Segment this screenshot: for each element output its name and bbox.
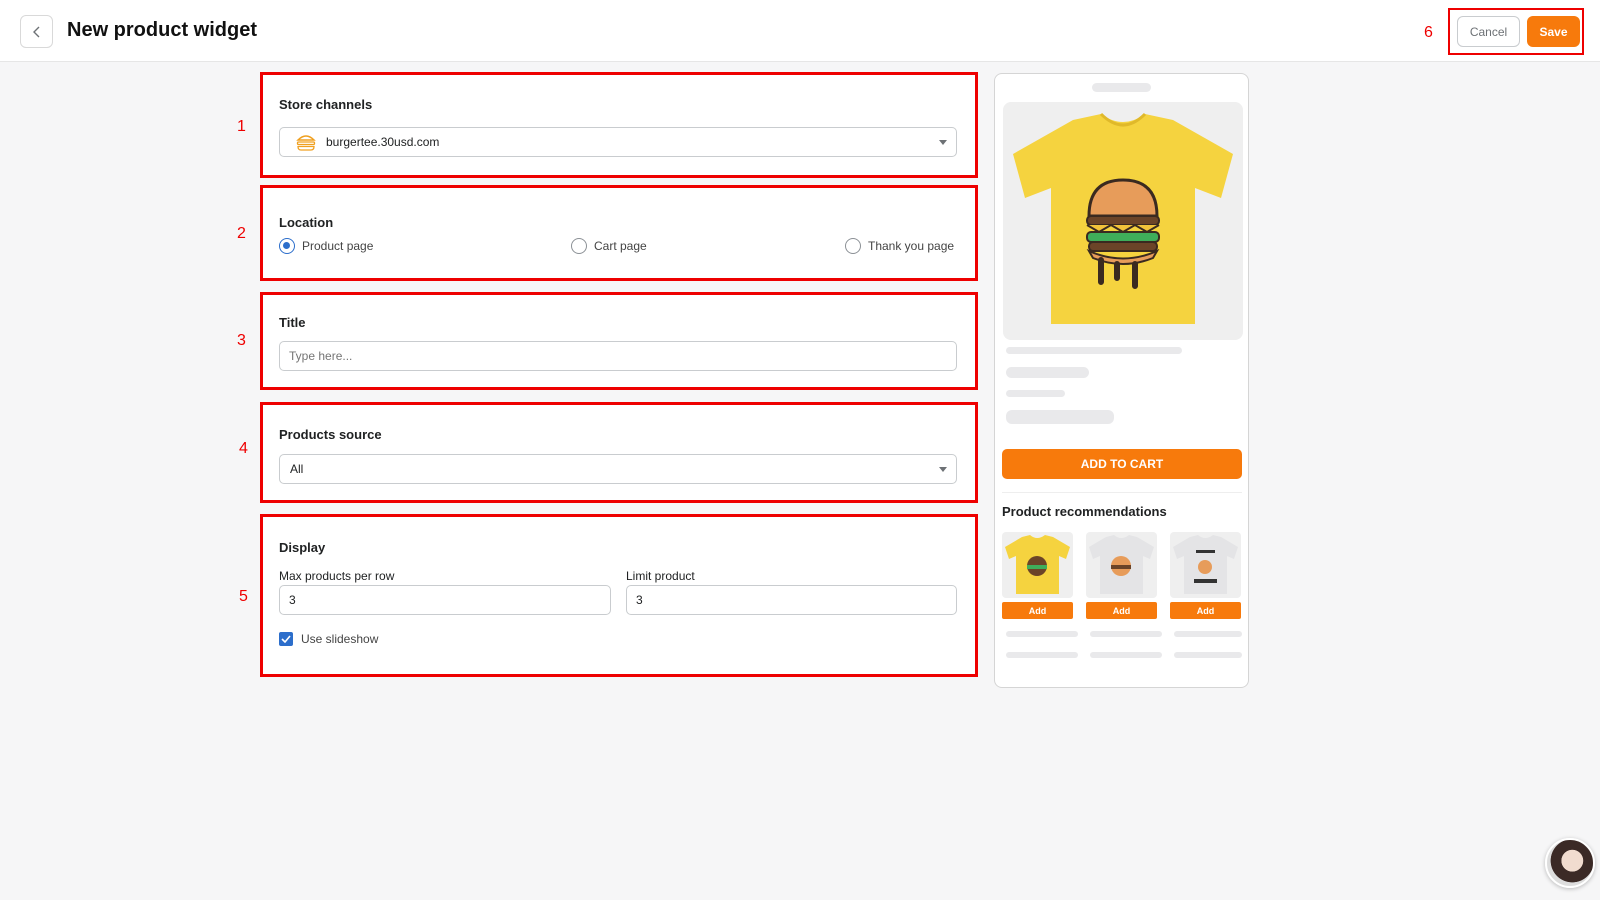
divider xyxy=(1002,492,1242,493)
skeleton-bar xyxy=(1090,652,1162,658)
max-per-row-value: 3 xyxy=(289,593,296,607)
radio-label: Thank you page xyxy=(868,239,955,253)
skeleton-bar xyxy=(1006,367,1089,378)
max-per-row-input[interactable]: 3 xyxy=(279,585,611,615)
checkmark-icon xyxy=(279,632,293,646)
radio-label: Product page xyxy=(302,239,374,253)
annotation-2: 2 xyxy=(237,225,246,242)
radio-cart-page[interactable]: Cart page xyxy=(571,238,647,254)
title-card: Title xyxy=(260,292,978,390)
burger-icon xyxy=(296,135,316,151)
products-source-value: All xyxy=(290,462,304,476)
recommendation-image xyxy=(1170,532,1241,598)
max-per-row-label: Max products per row xyxy=(279,569,395,583)
skeleton-bar xyxy=(1006,390,1065,397)
add-to-cart-button[interactable]: ADD TO CART xyxy=(1002,449,1242,479)
limit-product-label: Limit product xyxy=(626,569,695,583)
chevron-left-icon xyxy=(32,26,39,37)
add-button[interactable]: Add xyxy=(1170,602,1241,619)
store-channel-select[interactable]: burgertee.30usd.com xyxy=(279,127,957,157)
recommendation-item: Add xyxy=(1086,532,1157,619)
radio-selected-icon xyxy=(279,238,295,254)
skeleton-bar xyxy=(1006,652,1078,658)
add-button[interactable]: Add xyxy=(1002,602,1073,619)
location-label: Location xyxy=(279,215,334,230)
title-label: Title xyxy=(279,315,306,330)
top-bar: New product widget xyxy=(0,0,1600,62)
chevron-down-icon xyxy=(939,140,947,145)
recommendations-title: Product recommendations xyxy=(1002,504,1167,519)
skeleton-bar xyxy=(1174,631,1242,637)
annotation-6: 6 xyxy=(1424,24,1433,41)
annotation-3: 3 xyxy=(237,332,246,349)
skeleton-bar xyxy=(1090,631,1162,637)
back-button[interactable] xyxy=(20,15,53,48)
products-source-card: Products source All xyxy=(260,402,978,503)
skeleton-bar xyxy=(1174,652,1242,658)
skeleton-bar xyxy=(1006,410,1114,424)
add-button[interactable]: Add xyxy=(1086,602,1157,619)
skeleton-bar xyxy=(1092,83,1151,92)
radio-product-page[interactable]: Product page xyxy=(279,238,373,254)
recommendation-item: Add xyxy=(1002,532,1073,619)
store-channel-value: burgertee.30usd.com xyxy=(326,135,440,149)
annotation-4: 4 xyxy=(239,440,248,457)
radio-thank-you-page[interactable]: Thank you page xyxy=(845,238,954,254)
products-source-select[interactable]: All xyxy=(279,454,957,484)
products-source-label: Products source xyxy=(279,427,382,442)
slideshow-checkbox[interactable]: Use slideshow xyxy=(279,632,378,646)
store-channels-label: Store channels xyxy=(279,97,373,112)
skeleton-bar xyxy=(1006,631,1078,637)
display-card: Display Max products per row 3 Limit pro… xyxy=(260,514,978,677)
cancel-button[interactable]: Cancel xyxy=(1457,16,1520,47)
display-label: Display xyxy=(279,540,326,555)
store-channels-card: Store channels burgertee.30usd.com xyxy=(260,72,978,178)
chevron-down-icon xyxy=(939,467,947,472)
title-input[interactable] xyxy=(279,341,957,371)
location-card: Location Product page Cart page Thank yo… xyxy=(260,185,978,281)
t-shirt-illustration xyxy=(1013,112,1233,324)
annotation-1: 1 xyxy=(237,118,246,135)
page-title: New product widget xyxy=(67,19,257,41)
save-button[interactable]: Save xyxy=(1527,16,1580,47)
skeleton-bar xyxy=(1006,347,1182,354)
limit-product-input[interactable]: 3 xyxy=(626,585,957,615)
annotation-5: 5 xyxy=(239,588,248,605)
radio-label: Cart page xyxy=(594,239,647,253)
radio-unselected-icon xyxy=(845,238,861,254)
recommendation-image xyxy=(1086,532,1157,598)
widget-preview: ADD TO CART Product recommendations Add … xyxy=(994,73,1249,688)
recommendation-image xyxy=(1002,532,1073,598)
limit-product-value: 3 xyxy=(636,593,643,607)
radio-unselected-icon xyxy=(571,238,587,254)
slideshow-label: Use slideshow xyxy=(301,632,379,646)
product-image xyxy=(1003,102,1243,340)
recommendation-item: Add xyxy=(1170,532,1241,619)
support-chat-avatar[interactable] xyxy=(1545,838,1595,888)
